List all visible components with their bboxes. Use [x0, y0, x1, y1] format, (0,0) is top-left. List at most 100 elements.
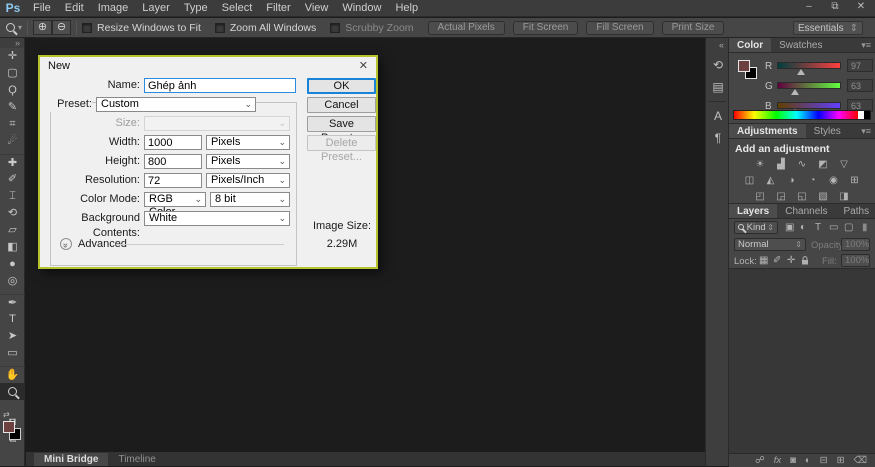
blue-slider[interactable]	[777, 102, 841, 109]
opacity-value-dropdown[interactable]: 100%	[841, 238, 870, 251]
fill-value-dropdown[interactable]: 100%	[841, 254, 870, 267]
lock-all-icon[interactable]	[801, 256, 809, 268]
name-input[interactable]	[144, 78, 296, 93]
tab-timeline[interactable]: Timeline	[108, 453, 165, 466]
type-tool[interactable]: T	[0, 311, 25, 328]
swap-colors-icon[interactable]: ⇄	[3, 410, 10, 419]
blur-tool[interactable]: ●	[0, 256, 25, 273]
tab-styles[interactable]: Styles	[806, 124, 849, 138]
tab-paths[interactable]: Paths	[836, 204, 875, 218]
tab-channels[interactable]: Channels	[777, 204, 835, 218]
ok-button[interactable]: OK	[307, 78, 376, 94]
posterize-icon[interactable]: ◲	[774, 191, 788, 203]
height-input[interactable]	[144, 154, 202, 169]
menu-type[interactable]: Type	[177, 2, 215, 14]
layers-list[interactable]	[729, 268, 875, 453]
curves-icon[interactable]: ∿	[795, 159, 809, 171]
color-lookup-icon[interactable]: ⊞	[848, 175, 862, 187]
eraser-tool[interactable]: ▱	[0, 222, 25, 239]
hue-saturation-icon[interactable]: ◫	[743, 175, 757, 187]
history-brush-tool[interactable]: ⟲	[0, 205, 25, 222]
photo-filter-icon[interactable]: ◔	[806, 175, 820, 187]
tab-mini-bridge[interactable]: Mini Bridge	[34, 453, 109, 466]
panel-menu-icon[interactable]: ▾≡	[861, 124, 875, 138]
filter-smart-objects-icon[interactable]: ▢	[844, 222, 853, 233]
workspace-switcher[interactable]: Essentials ⇕	[793, 21, 863, 35]
properties-panel-button[interactable]: ▤	[706, 76, 730, 98]
levels-icon[interactable]: ▟	[774, 159, 788, 171]
dialog-close-icon[interactable]: ✕	[359, 59, 368, 72]
menu-file[interactable]: File	[26, 2, 58, 14]
rectangle-tool[interactable]: ▭	[0, 345, 25, 362]
lock-position-icon[interactable]: ✛	[787, 255, 795, 266]
move-tool[interactable]: ✛	[0, 48, 25, 65]
filter-adjustment-layers-icon[interactable]: ◐	[800, 222, 806, 233]
new-layer-icon[interactable]: ⊞	[837, 455, 845, 467]
paragraph-panel-button[interactable]: ¶	[706, 127, 730, 149]
color-mode-dropdown[interactable]: RGB Color ⌄	[144, 192, 206, 218]
vibrance-icon[interactable]: ▽	[837, 159, 851, 171]
new-group-icon[interactable]: ⊟	[820, 455, 828, 467]
menu-help[interactable]: Help	[388, 2, 425, 14]
lock-transparent-pixels-icon[interactable]: ▦	[759, 255, 768, 266]
spot-healing-brush-tool[interactable]: ✚	[0, 154, 25, 171]
menu-view[interactable]: View	[298, 2, 336, 14]
fill-screen-button[interactable]: Fill Screen	[586, 20, 654, 35]
actual-pixels-button[interactable]: Actual Pixels	[427, 20, 505, 35]
brush-tool[interactable]: ✐	[0, 171, 25, 188]
red-value[interactable]: 97	[847, 59, 873, 72]
tool-dropdown-icon[interactable]: ▾	[18, 23, 22, 32]
layer-effects-icon[interactable]: fx	[774, 455, 781, 467]
threshold-icon[interactable]: ◱	[795, 191, 809, 203]
gradient-tool[interactable]: ◧	[0, 239, 25, 256]
black-white-icon[interactable]: ◑	[785, 175, 799, 187]
rectangular-marquee-tool[interactable]: ▢	[0, 65, 25, 82]
pen-tool[interactable]: ✒	[0, 294, 25, 311]
color-spectrum-ramp[interactable]	[733, 110, 871, 120]
lasso-tool[interactable]: Ϙ	[0, 82, 25, 99]
exposure-icon[interactable]: ◩	[816, 159, 830, 171]
width-unit-dropdown[interactable]: Pixels ⌄	[206, 135, 290, 150]
link-layers-icon[interactable]: ☍	[755, 455, 765, 467]
brightness-contrast-icon[interactable]: ☀	[753, 159, 767, 171]
lock-image-pixels-icon[interactable]: ✐	[773, 255, 781, 266]
filter-shape-layers-icon[interactable]: ▭	[829, 222, 838, 233]
zoom-in-button[interactable]: ⊕	[33, 20, 53, 35]
new-adjustment-layer-icon[interactable]: ◐	[805, 455, 811, 467]
add-layer-mask-icon[interactable]: ◙	[790, 455, 796, 467]
zoom-all-windows-checkbox[interactable]	[214, 22, 225, 33]
panel-menu-icon[interactable]: ▾≡	[861, 38, 875, 52]
gradient-map-icon[interactable]: ◨	[837, 191, 851, 203]
quick-selection-tool[interactable]: ✎	[0, 99, 25, 116]
green-slider[interactable]	[777, 82, 841, 89]
menu-select[interactable]: Select	[215, 2, 260, 14]
menu-image[interactable]: Image	[91, 2, 136, 14]
advanced-toggle-button[interactable]: »	[60, 238, 72, 250]
green-value[interactable]: 63	[847, 79, 873, 92]
zoom-tool[interactable]	[0, 383, 25, 400]
print-size-button[interactable]: Print Size	[661, 20, 725, 35]
filter-pixel-layers-icon[interactable]: ▣	[785, 222, 794, 233]
close-button[interactable]: ✕	[853, 1, 869, 12]
red-slider[interactable]	[777, 62, 841, 69]
panel-foreground-swatch[interactable]	[738, 60, 750, 72]
cancel-button[interactable]: Cancel	[307, 97, 376, 113]
character-panel-button[interactable]: A	[706, 105, 730, 127]
resolution-unit-dropdown[interactable]: Pixels/Inch ⌄	[206, 173, 290, 188]
resolution-input[interactable]	[144, 173, 202, 188]
layer-filter-toggle[interactable]: ▮	[862, 222, 868, 233]
tab-swatches[interactable]: Swatches	[771, 38, 830, 52]
invert-icon[interactable]: ◰	[753, 191, 767, 203]
channel-mixer-icon[interactable]: ◉	[827, 175, 841, 187]
tab-layers[interactable]: Layers	[729, 204, 778, 218]
menu-window[interactable]: Window	[335, 2, 388, 14]
hand-tool[interactable]: ✋	[0, 366, 25, 383]
red-slider-thumb[interactable]	[797, 69, 805, 75]
width-input[interactable]	[144, 135, 202, 150]
blend-mode-dropdown[interactable]: Normal ⇕	[734, 238, 806, 251]
tab-color[interactable]: Color	[729, 38, 772, 52]
tab-adjustments[interactable]: Adjustments	[729, 124, 806, 138]
zoom-out-button[interactable]: ⊖	[52, 20, 72, 35]
expand-dock-icon[interactable]: «	[706, 38, 728, 54]
crop-tool[interactable]: ⌗	[0, 116, 25, 133]
